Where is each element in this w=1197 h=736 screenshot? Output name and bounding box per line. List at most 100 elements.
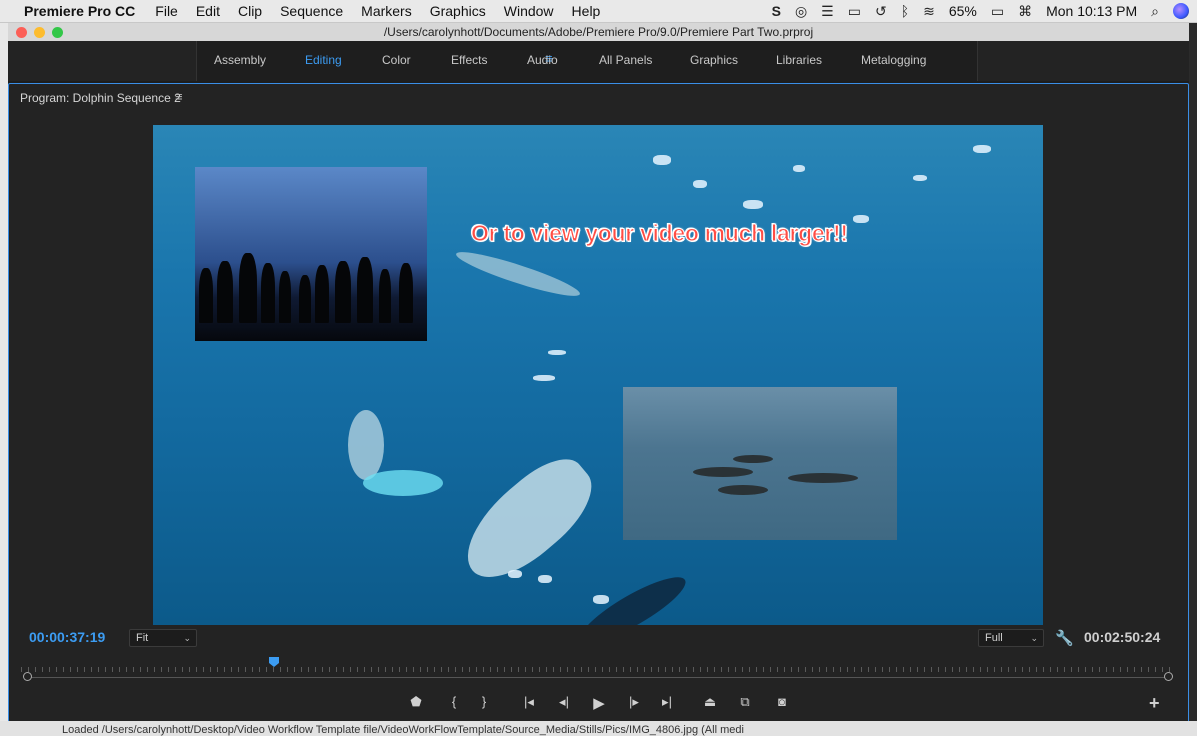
tab-effects[interactable]: Effects — [451, 53, 487, 67]
bubble — [973, 145, 991, 153]
playback-resolution-select[interactable]: Full ⌄ — [978, 629, 1044, 647]
zoom-level-select[interactable]: Fit ⌄ — [129, 629, 197, 647]
window-controls — [16, 27, 63, 38]
chevron-down-icon: ⌄ — [183, 633, 191, 643]
battery-percent[interactable]: 65% — [949, 3, 977, 19]
battery-icon[interactable]: ▭ — [991, 3, 1004, 20]
clock[interactable]: Mon 10:13 PM — [1046, 3, 1137, 19]
dolphin-shape — [448, 444, 608, 596]
wrench-settings-icon[interactable]: 🔧 — [1055, 629, 1074, 647]
window-title: /Users/carolynhott/Documents/Adobe/Premi… — [383, 25, 814, 39]
panel-title[interactable]: Program: Dolphin Sequence 2 — [20, 91, 181, 105]
step-forward-icon[interactable]: |▸ — [623, 694, 645, 712]
close-window-button[interactable] — [16, 27, 27, 38]
person-silhouette — [315, 265, 329, 323]
creative-cloud-icon[interactable]: ◎ — [795, 3, 807, 20]
go-to-out-icon[interactable]: ▸| — [656, 694, 678, 712]
workspace-bar: Assembly Editing ≡ Color Effects Audio A… — [8, 41, 1189, 81]
playback-resolution-value: Full — [985, 632, 1003, 644]
person-silhouette — [379, 269, 391, 323]
bluetooth-icon[interactable]: ᛒ — [901, 3, 909, 19]
sequence-duration: 00:02:50:24 — [1084, 629, 1161, 645]
dolphin-shape — [573, 567, 693, 625]
bubble — [653, 155, 671, 165]
person-silhouette — [335, 261, 351, 323]
person-silhouette — [279, 271, 291, 323]
zoom-window-button[interactable] — [52, 27, 63, 38]
airplay-icon[interactable]: ▭ — [848, 3, 861, 20]
person-silhouette — [299, 275, 311, 323]
play-icon[interactable]: ▶ — [588, 694, 610, 712]
video-preview[interactable]: Or to view your video much larger!! — [153, 125, 1043, 625]
skype-icon[interactable]: S — [772, 3, 781, 19]
tab-metalogging[interactable]: Metalogging — [861, 53, 926, 67]
spotlight-search-icon[interactable]: ⌕ — [1151, 3, 1159, 20]
bubble — [533, 375, 555, 381]
adjacent-panel-edge — [1189, 23, 1197, 736]
menu-graphics[interactable]: Graphics — [430, 3, 486, 19]
zoom-scrollbar-start-handle[interactable] — [23, 672, 32, 681]
menu-edit[interactable]: Edit — [196, 3, 220, 19]
dolphin-shape — [348, 410, 384, 480]
menu-markers[interactable]: Markers — [361, 3, 412, 19]
menu-help[interactable]: Help — [572, 3, 601, 19]
dolphin-shape — [693, 467, 753, 477]
wifi-icon[interactable]: ≋ — [923, 3, 935, 20]
tab-graphics[interactable]: Graphics — [690, 53, 738, 67]
menu-clip[interactable]: Clip — [238, 3, 262, 19]
lift-icon[interactable]: ⏏ — [699, 694, 721, 712]
window-titlebar: /Users/carolynhott/Documents/Adobe/Premi… — [8, 23, 1189, 42]
status-bar: Loaded /Users/carolynhott/Desktop/Video … — [0, 721, 1197, 736]
panel-menu-icon[interactable]: ≡ — [175, 89, 183, 104]
bubble — [508, 570, 522, 578]
program-monitor-panel: Program: Dolphin Sequence 2 ≡ Or to view… — [8, 83, 1189, 723]
tab-editing[interactable]: Editing — [305, 53, 342, 67]
mark-out-icon[interactable]: } — [473, 694, 495, 712]
go-to-in-icon[interactable]: |◂ — [518, 694, 540, 712]
aquarium-picture-in-picture — [195, 167, 427, 341]
dolphin-shape — [453, 245, 583, 303]
mark-in-icon[interactable]: { — [443, 694, 465, 712]
siri-icon[interactable] — [1173, 3, 1189, 19]
bubble — [693, 180, 707, 188]
export-frame-camera-icon[interactable]: ◙ — [771, 694, 793, 712]
person-silhouette — [357, 257, 373, 323]
tab-all-panels[interactable]: All Panels — [599, 53, 652, 67]
person-silhouette — [199, 268, 213, 323]
menu-file[interactable]: File — [155, 3, 178, 19]
macos-menubar: Premiere Pro CC File Edit Clip Sequence … — [0, 0, 1197, 23]
time-ruler[interactable] — [21, 662, 1171, 672]
bubble — [743, 200, 763, 209]
bubble — [793, 165, 805, 172]
tab-libraries[interactable]: Libraries — [776, 53, 822, 67]
zoom-level-value: Fit — [136, 632, 149, 644]
step-back-icon[interactable]: ◂| — [553, 694, 575, 712]
person-silhouette — [399, 263, 413, 323]
desktop-edge-left — [0, 23, 8, 736]
stack-icon[interactable]: ☰ — [821, 3, 834, 20]
menu-sequence[interactable]: Sequence — [280, 3, 343, 19]
zoom-scrollbar-end-handle[interactable] — [1164, 672, 1173, 681]
add-marker-icon[interactable]: ⬟ — [405, 694, 427, 712]
tab-color[interactable]: Color — [382, 53, 411, 67]
status-message: Loaded /Users/carolynhott/Desktop/Video … — [62, 724, 744, 736]
app-menu[interactable]: Premiere Pro CC — [24, 3, 135, 19]
dolphin-shape — [788, 473, 858, 483]
dolphin-shape — [733, 455, 773, 463]
dolphin-shape — [718, 485, 768, 495]
button-editor-plus-icon[interactable]: + — [1149, 693, 1160, 714]
bubble — [538, 575, 552, 583]
time-machine-icon[interactable]: ↺ — [875, 3, 887, 20]
input-source-icon[interactable]: ⌘ — [1018, 3, 1032, 20]
zoom-scrollbar[interactable] — [27, 677, 1168, 678]
current-timecode[interactable]: 00:00:37:19 — [29, 629, 105, 645]
dolphins-surface-picture-in-picture — [623, 387, 897, 540]
workspace-tabs: Assembly Editing ≡ Color Effects Audio A… — [196, 41, 978, 81]
tab-audio[interactable]: Audio — [527, 53, 558, 67]
minimize-window-button[interactable] — [34, 27, 45, 38]
bubble — [593, 595, 609, 604]
extract-icon[interactable]: ⧉ — [734, 694, 756, 712]
menu-window[interactable]: Window — [504, 3, 554, 19]
person-silhouette — [261, 263, 275, 323]
tab-assembly[interactable]: Assembly — [214, 53, 266, 67]
